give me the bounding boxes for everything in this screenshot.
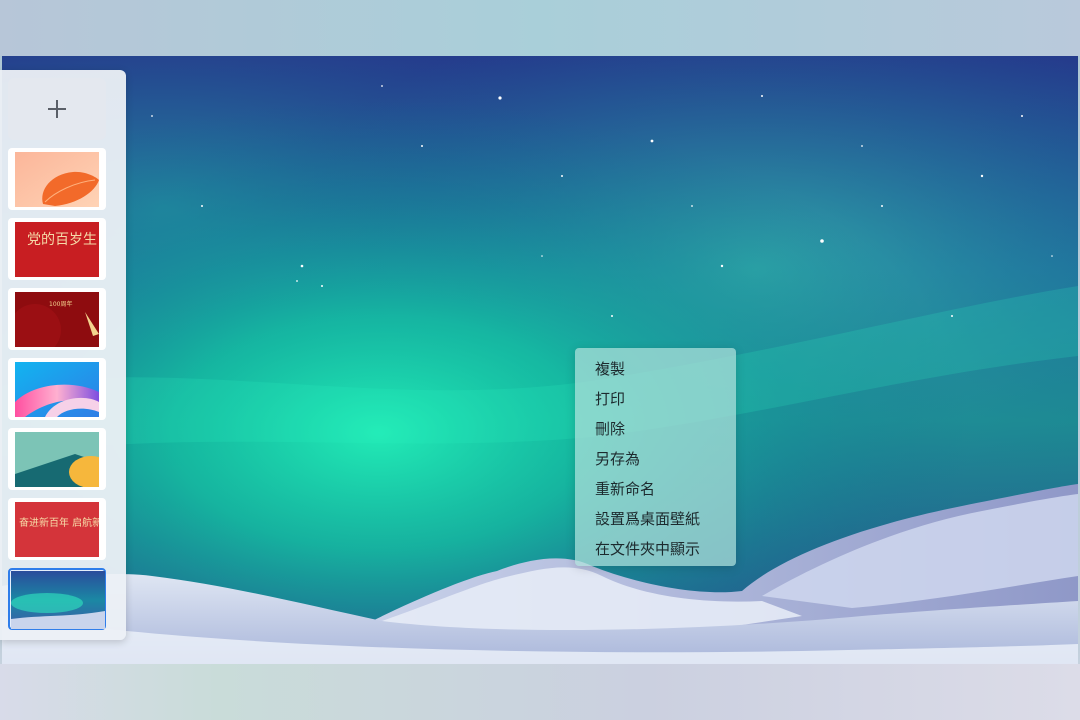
menu-item-copy[interactable]: 複製 xyxy=(575,354,736,384)
menu-item-delete[interactable]: 刪除 xyxy=(575,414,736,444)
thumbnail-image xyxy=(15,152,99,207)
thumbnail-image: 党的百岁生日 xyxy=(15,222,99,277)
thumbnail-image xyxy=(15,362,99,417)
thumbnail-image: 奋进新百年 启航新征程 xyxy=(15,502,99,557)
menu-item-set-wallpaper[interactable]: 設置爲桌面壁紙 xyxy=(575,504,736,534)
thumbnail-image: 100周年 xyxy=(15,292,99,347)
thumbnail-red-slogan[interactable]: 奋进新百年 启航新征程 xyxy=(8,498,106,560)
aurora-image xyxy=(2,56,1078,664)
menu-item-save-as[interactable]: 另存為 xyxy=(575,444,736,474)
bottom-bar xyxy=(0,664,1080,720)
thumbnail-image xyxy=(11,571,105,629)
thumbnail-text: 100周年 xyxy=(49,300,72,308)
top-bar xyxy=(0,0,1080,56)
thumbnail-dark-red-anniversary[interactable]: 100周年 xyxy=(8,288,106,350)
wallpaper-preview[interactable] xyxy=(2,56,1078,664)
menu-item-rename[interactable]: 重新命名 xyxy=(575,474,736,504)
context-menu: 複製 打印 刪除 另存為 重新命名 設置爲桌面壁紙 在文件夾中顯示 xyxy=(575,348,736,566)
add-wallpaper-button[interactable] xyxy=(8,78,106,140)
thumbnail-aurora[interactable] xyxy=(8,568,106,630)
wallpaper-thumbnail-panel: 党的百岁生日 100周年 xyxy=(0,70,126,640)
plus-icon xyxy=(48,100,66,118)
thumbnail-image xyxy=(15,432,99,487)
thumbnail-colorful-ribbon[interactable] xyxy=(8,358,106,420)
thumbnail-text: 奋进新百年 启航新征程 xyxy=(19,516,99,529)
menu-item-print[interactable]: 打印 xyxy=(575,384,736,414)
thumbnail-orange-petal[interactable] xyxy=(8,148,106,210)
menu-item-show-in-folder[interactable]: 在文件夾中顯示 xyxy=(575,534,736,564)
thumbnail-red-calligraphy[interactable]: 党的百岁生日 xyxy=(8,218,106,280)
thumbnail-teal-yellow[interactable] xyxy=(8,428,106,490)
thumbnail-text: 党的百岁生日 xyxy=(27,232,99,248)
